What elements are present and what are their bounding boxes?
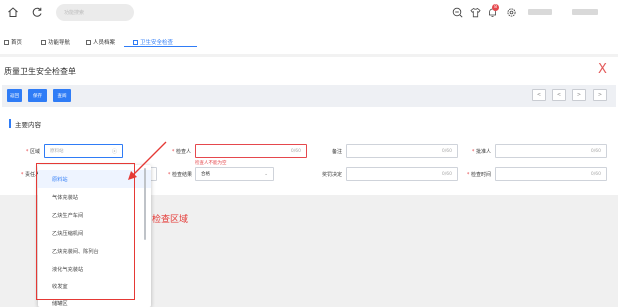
annotation-box: [36, 163, 135, 300]
tab-icon: [41, 39, 46, 45]
notification-badge: 8: [492, 4, 499, 11]
region-value: 原料站: [50, 149, 64, 154]
tab-divider: [0, 54, 618, 57]
approver-input[interactable]: 0/60: [495, 144, 607, 158]
remark-char-count: 0/60: [441, 148, 452, 154]
region-label: * 区域: [25, 149, 40, 155]
save-button[interactable]: 保存: [28, 89, 47, 102]
close-icon[interactable]: X: [598, 62, 607, 77]
prev-page-button[interactable]: <: [552, 89, 566, 101]
shirt-icon[interactable]: [469, 6, 481, 18]
last-page-button[interactable]: >: [593, 89, 607, 101]
punish-char-count: 0/60: [441, 171, 452, 177]
first-page-button[interactable]: <: [532, 89, 546, 101]
zoom-icon[interactable]: [451, 6, 463, 18]
tab-safety-check[interactable]: 卫生安全检查: [133, 38, 173, 46]
tab-label: 首页: [11, 40, 23, 46]
inspector-input[interactable]: 0/60: [195, 144, 307, 158]
search-input[interactable]: 功能搜索: [56, 4, 134, 21]
time-char-count: 0/60: [590, 171, 601, 177]
tab-home[interactable]: 首页: [4, 38, 22, 46]
tab-label: 人员档案: [93, 40, 116, 46]
region-select[interactable]: 原料站 ⓧ: [44, 144, 123, 158]
approver-label: * 批准人: [471, 149, 491, 155]
view-button[interactable]: 查阅: [53, 89, 71, 102]
chevron-down-icon: ⌄: [264, 171, 268, 177]
result-value: 合格: [201, 172, 210, 177]
page-title: 质量卫生安全检查单: [4, 67, 76, 76]
return-button[interactable]: 返回: [7, 89, 22, 102]
settings-icon[interactable]: [505, 6, 517, 18]
section-accent-bar: [9, 119, 11, 128]
annotation-label: 检查区域: [152, 215, 189, 225]
next-page-button[interactable]: >: [572, 89, 586, 101]
toolbar: [2, 85, 616, 107]
inspector-char-count: 0/60: [290, 148, 301, 154]
result-select[interactable]: 合格 ⌄: [195, 167, 274, 181]
clear-icon[interactable]: ⓧ: [112, 148, 117, 155]
remark-label: 备注: [331, 149, 342, 155]
section-title: 主要内容: [15, 121, 41, 129]
refresh-icon[interactable]: [30, 5, 44, 19]
user-avatar-placeholder[interactable]: [528, 9, 552, 15]
time-label: * 检查时间: [466, 172, 491, 178]
time-input[interactable]: 0/60: [495, 167, 607, 181]
tab-icon: [86, 39, 91, 45]
tab-icon: [133, 39, 138, 45]
annotation-arrow: [128, 141, 167, 180]
inspector-error: 检查人不能为空: [195, 161, 227, 166]
active-tab-underline: [124, 46, 197, 47]
tab-label: 功能导航: [48, 40, 71, 46]
approver-char-count: 0/60: [590, 148, 601, 154]
tab-label: 卫生安全检查: [140, 40, 174, 46]
punish-label: 奖罚决定: [321, 172, 342, 178]
remark-input[interactable]: 0/60: [346, 144, 458, 158]
punish-input[interactable]: 0/60: [346, 167, 458, 181]
user-name-placeholder[interactable]: [572, 9, 598, 15]
tab-personnel[interactable]: 人员档案: [86, 38, 115, 46]
home-icon[interactable]: [6, 5, 20, 19]
tab-function-nav[interactable]: 功能导航: [41, 38, 70, 46]
tab-icon: [4, 39, 9, 45]
